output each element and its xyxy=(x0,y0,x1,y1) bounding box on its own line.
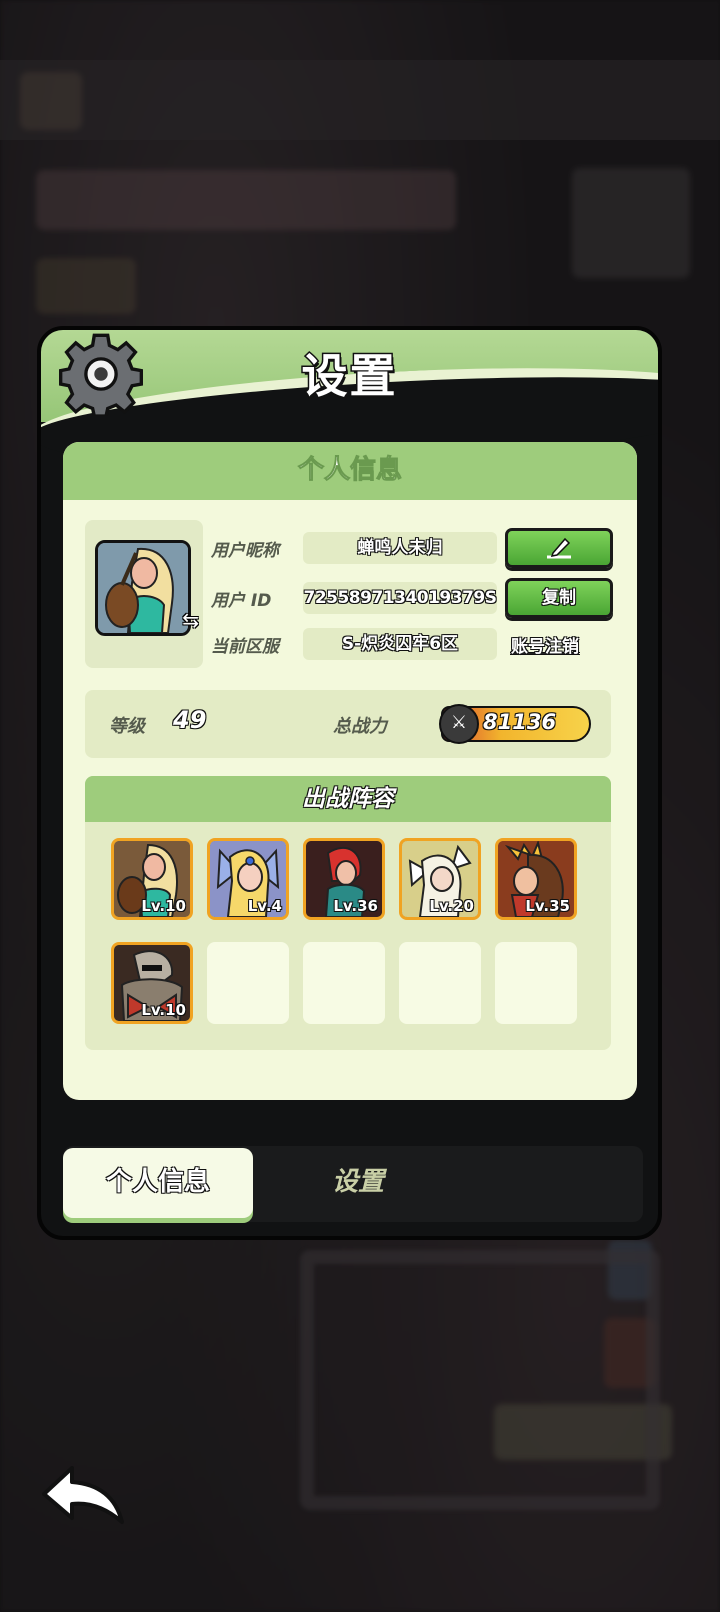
crossed-swords-icon: ⚔ xyxy=(439,704,479,744)
personal-info-header: 个人信息 xyxy=(63,442,637,500)
avatar-portrait-art xyxy=(98,543,188,633)
lineup-hero-slot-3[interactable]: Lv.36 xyxy=(303,838,385,920)
user-id-value: 7255897134019379S xyxy=(303,582,497,614)
power-value: 81136 xyxy=(483,710,557,734)
edit-pencil-icon xyxy=(547,537,571,559)
nickname-value: 蝉鸣人未归 xyxy=(303,532,497,564)
power-label: 总战力 xyxy=(333,716,387,737)
stats-row: 等级 49 总战力 ⚔ 81136 xyxy=(85,690,611,758)
server-value: S-炽炎囚牢6区 xyxy=(303,628,497,660)
battle-lineup: 出战阵容 Lv.10 Lv.4 Lv.36 Lv.20 Lv.35 Lv.10 xyxy=(85,776,611,1050)
hero-level: Lv.4 xyxy=(247,897,282,915)
server-label: 当前区服 xyxy=(211,637,279,657)
user-id-label: 用户 ID xyxy=(211,591,272,611)
tab-personal-info[interactable]: 个人信息 xyxy=(63,1148,253,1218)
panel-title: 设置 xyxy=(300,348,398,405)
lineup-hero-slot-4[interactable]: Lv.20 xyxy=(399,838,481,920)
lineup-empty-slot[interactable] xyxy=(303,942,385,1024)
hero-level: Lv.10 xyxy=(141,897,186,915)
avatar-container[interactable]: ⇆ xyxy=(85,520,203,668)
hero-level: Lv.20 xyxy=(429,897,474,915)
power-badge: ⚔ 81136 xyxy=(439,704,591,744)
copy-id-button[interactable]: 复制 xyxy=(505,578,613,618)
lineup-empty-slot[interactable] xyxy=(495,942,577,1024)
lineup-hero-slot-5[interactable]: Lv.35 xyxy=(495,838,577,920)
tab-settings[interactable]: 设置 xyxy=(263,1148,453,1218)
hero-level: Lv.35 xyxy=(525,897,570,915)
lineup-title: 出战阵容 xyxy=(85,776,611,822)
nickname-label: 用户昵称 xyxy=(211,541,279,561)
level-value: 49 xyxy=(173,706,207,734)
personal-info-card: 个人信息 ⇆ 用户昵称 蝉鸣人未归 用户 ID 7255897134019379… xyxy=(63,442,637,1100)
level-label: 等级 xyxy=(109,716,145,737)
cancel-account-link[interactable]: 账号注销 xyxy=(511,632,579,657)
hero-level: Lv.10 xyxy=(141,1001,186,1019)
avatar[interactable] xyxy=(95,540,191,636)
settings-panel: 设置 个人信息 ⇆ 用户昵称 蝉鸣人未归 用户 ID 7255897134019… xyxy=(37,326,662,1240)
lineup-hero-slot-2[interactable]: Lv.4 xyxy=(207,838,289,920)
hero-level: Lv.36 xyxy=(333,897,378,915)
lineup-empty-slot[interactable] xyxy=(207,942,289,1024)
swap-avatar-icon[interactable]: ⇆ xyxy=(182,608,199,632)
lineup-hero-slot-6[interactable]: Lv.10 xyxy=(111,942,193,1024)
edit-nickname-button[interactable] xyxy=(505,528,613,568)
back-arrow-icon[interactable] xyxy=(38,1460,128,1530)
panel-tabs: 个人信息 设置 xyxy=(63,1146,643,1222)
lineup-hero-slot-1[interactable]: Lv.10 xyxy=(111,838,193,920)
lineup-empty-slot[interactable] xyxy=(399,942,481,1024)
